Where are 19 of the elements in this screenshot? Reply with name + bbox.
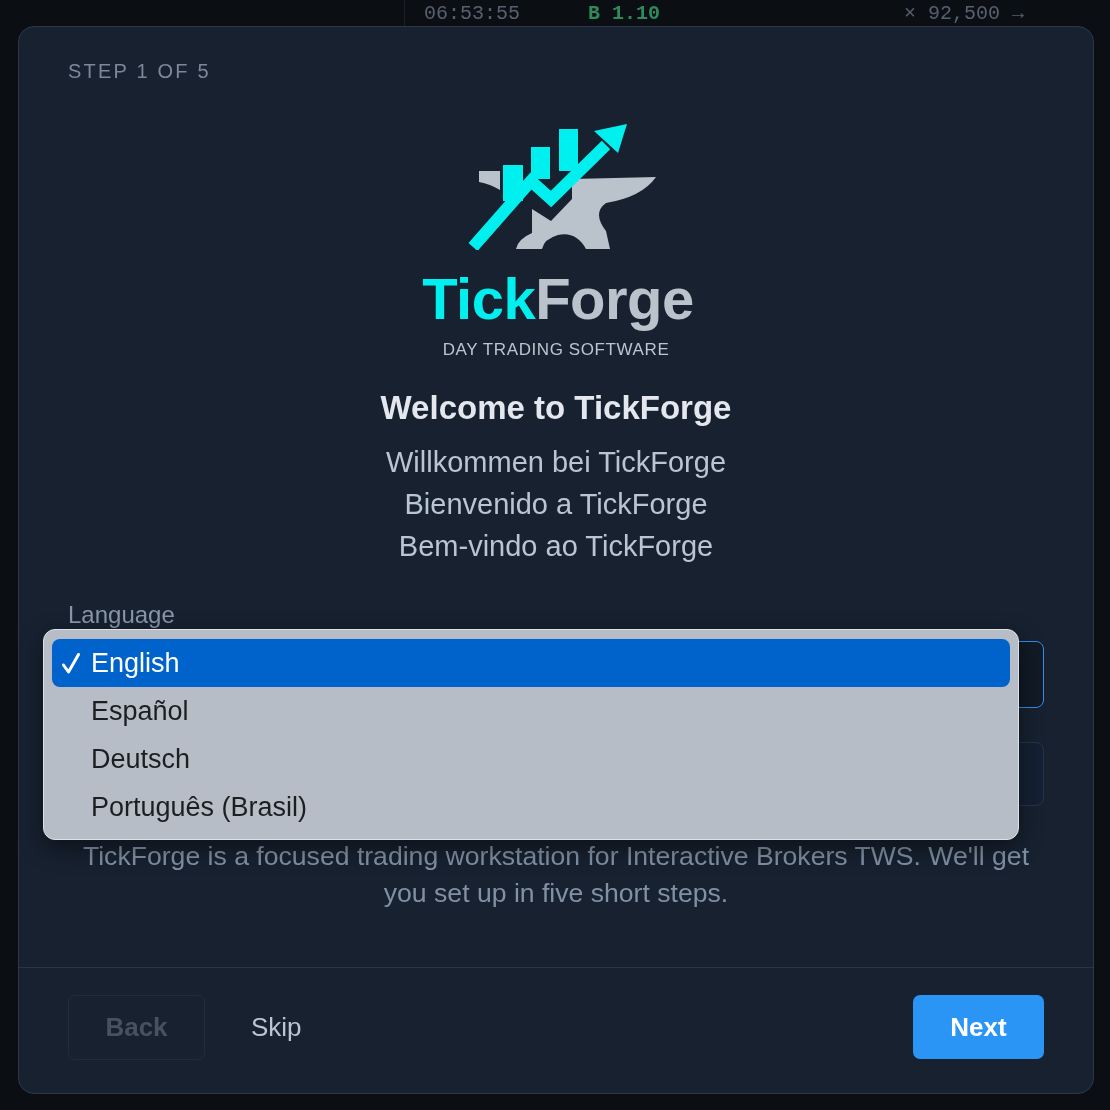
anvil-chart-icon <box>468 123 656 250</box>
ticker-text: B 1.10 <box>588 3 660 25</box>
menu-item[interactable]: Português (Brasil) <box>52 783 1010 831</box>
checkmark-icon <box>62 652 80 674</box>
menu-item[interactable]: Español <box>52 687 1010 735</box>
language-label: Language <box>68 601 175 629</box>
welcome-translation: Willkommen bei TickForge <box>386 445 726 480</box>
logo-wordmark: TickForge <box>422 266 694 332</box>
welcome-translation: Bienvenido a TickForge <box>404 487 708 522</box>
menu-item[interactable]: English <box>52 639 1010 687</box>
welcome-heading: Welcome to TickForge <box>380 389 732 427</box>
ticker-text: × 92,500 → <box>904 3 1025 25</box>
ticker-text: 06:53:55 <box>424 3 520 25</box>
welcome-translation: Bem-vindo ao TickForge <box>398 529 714 564</box>
skip-button[interactable]: Skip <box>229 995 324 1060</box>
logo-tagline: DAY TRADING SOFTWARE <box>442 340 670 360</box>
intro-text: TickForge is a focused trading workstation for Interactive Brokers TWS. We'll get you set up in five short steps. <box>81 840 1031 910</box>
step-indicator: STEP 1 OF 5 <box>68 59 211 83</box>
menu-item[interactable]: Deutsch <box>52 735 1010 783</box>
